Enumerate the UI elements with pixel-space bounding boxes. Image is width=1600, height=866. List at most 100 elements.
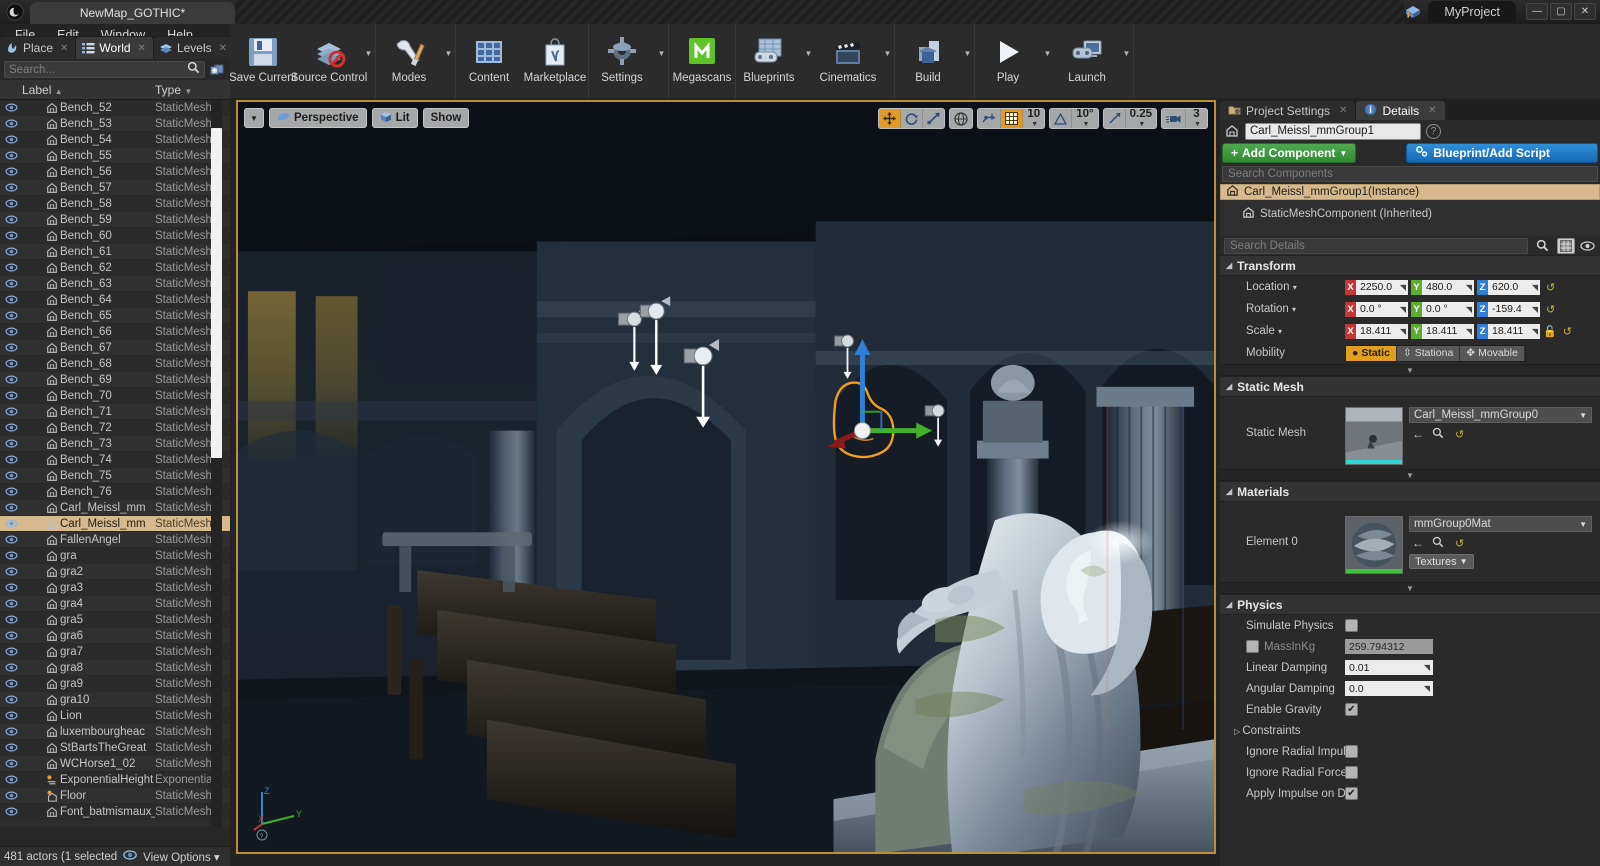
use-selected-arrow-icon[interactable]: ← bbox=[1412, 536, 1424, 550]
table-row[interactable]: ExponentialHeight Exponentia bbox=[0, 772, 230, 788]
visibility-eye-icon[interactable] bbox=[0, 311, 22, 320]
static-mesh-asset-selector[interactable]: Carl_Meissl_mmGroup0 ▼ bbox=[1409, 407, 1592, 423]
toolbar-launch-button[interactable]: Launch bbox=[1054, 28, 1120, 96]
outliner-tab-world[interactable]: World ✕ bbox=[76, 37, 153, 59]
close-icon[interactable]: ✕ bbox=[138, 43, 146, 54]
table-row[interactable]: Bench_57 StaticMesh bbox=[0, 180, 230, 196]
component-row-root[interactable]: Carl_Meissl_mmGroup1(Instance) bbox=[1220, 184, 1600, 200]
visibility-eye-icon[interactable] bbox=[0, 615, 22, 624]
visibility-eye-icon[interactable] bbox=[0, 567, 22, 576]
table-row[interactable]: Bench_54 StaticMesh bbox=[0, 132, 230, 148]
textures-dropdown-button[interactable]: Textures ▼ bbox=[1409, 554, 1474, 569]
visibility-eye-icon[interactable] bbox=[0, 295, 22, 304]
table-row[interactable]: Font_batmismaux_ StaticMesh bbox=[0, 804, 230, 820]
rotation-z-field[interactable]: Z -159.4 ◥ bbox=[1477, 301, 1540, 317]
visibility-eye-icon[interactable] bbox=[0, 439, 22, 448]
visibility-eye-icon[interactable] bbox=[0, 407, 22, 416]
chevron-down-icon[interactable]: ▼ bbox=[881, 28, 894, 96]
scale-snap-value[interactable]: 0.25 ▼ bbox=[1126, 109, 1156, 128]
rotate-gizmo-icon[interactable] bbox=[901, 109, 924, 128]
viewport-options-button[interactable]: ▼ bbox=[244, 108, 264, 128]
visibility-eye-icon[interactable] bbox=[0, 727, 22, 736]
table-row[interactable]: gra3 StaticMesh bbox=[0, 580, 230, 596]
scale-x-field[interactable]: X 18.411 ◥ bbox=[1345, 323, 1408, 339]
toolbar-play-button[interactable]: Play bbox=[975, 28, 1041, 96]
minimize-button[interactable]: — bbox=[1526, 3, 1548, 20]
table-row[interactable]: Bench_65 StaticMesh bbox=[0, 308, 230, 324]
location-x-field[interactable]: X 2250.0 ◥ bbox=[1345, 279, 1408, 295]
spinner-icon[interactable]: ◥ bbox=[1466, 305, 1472, 314]
view-mode-button[interactable]: Lit bbox=[371, 108, 418, 128]
table-row[interactable]: Bench_61 StaticMesh bbox=[0, 244, 230, 260]
reset-location-icon[interactable]: ↺ bbox=[1546, 281, 1555, 294]
reset-static-mesh-icon[interactable]: ↺ bbox=[1455, 428, 1464, 441]
outliner-tab-levels[interactable]: Levels ✕ bbox=[153, 37, 235, 59]
details-tab-details[interactable]: Details ✕ bbox=[1356, 101, 1445, 120]
view-options-button[interactable]: View Options ▾ bbox=[143, 850, 220, 864]
outliner-search-input[interactable]: Search... bbox=[4, 61, 205, 78]
apply-impulse-on-dama-checkbox[interactable]: ✔ bbox=[1345, 787, 1358, 800]
chevron-down-icon[interactable]: ▼ bbox=[1041, 28, 1054, 96]
visibility-eye-icon[interactable] bbox=[0, 663, 22, 672]
visibility-eye-icon[interactable] bbox=[0, 599, 22, 608]
table-row[interactable]: Bench_73 StaticMesh bbox=[0, 436, 230, 452]
section-divider[interactable]: ▼ bbox=[1220, 582, 1600, 594]
table-row[interactable]: gra StaticMesh bbox=[0, 548, 230, 564]
ignore-radial-impulse-checkbox[interactable]: ✔ bbox=[1345, 745, 1358, 758]
visibility-eye-icon[interactable] bbox=[0, 327, 22, 336]
visibility-eye-icon[interactable] bbox=[0, 343, 22, 352]
section-materials[interactable]: ◢ Materials bbox=[1220, 481, 1600, 502]
visibility-eye-icon[interactable] bbox=[0, 551, 22, 560]
toolbar-cinematics-button[interactable]: Cinematics bbox=[815, 28, 881, 96]
rotation-x-field[interactable]: X 0.0 ° ◥ bbox=[1345, 301, 1408, 317]
table-row[interactable]: Bench_70 StaticMesh bbox=[0, 388, 230, 404]
table-row[interactable]: Bench_62 StaticMesh bbox=[0, 260, 230, 276]
close-icon[interactable]: ✕ bbox=[60, 43, 68, 54]
close-icon[interactable]: ✕ bbox=[1428, 105, 1436, 116]
table-row[interactable]: Bench_74 StaticMesh bbox=[0, 452, 230, 468]
section-divider[interactable]: ▼ bbox=[1220, 469, 1600, 481]
visibility-eye-icon[interactable] bbox=[0, 647, 22, 656]
chevron-down-icon[interactable]: ▼ bbox=[362, 28, 375, 96]
browse-asset-icon[interactable] bbox=[1432, 536, 1444, 551]
toolbar-build-button[interactable]: Build bbox=[895, 28, 961, 96]
visibility-eye-icon[interactable] bbox=[0, 151, 22, 160]
visibility-eye-icon[interactable] bbox=[0, 631, 22, 640]
spinner-icon[interactable]: ◥ bbox=[1466, 283, 1472, 292]
scale-z-field[interactable]: Z 18.411 ◥ bbox=[1477, 323, 1540, 339]
visibility-eye-icon[interactable] bbox=[0, 119, 22, 128]
visibility-eye-icon[interactable] bbox=[0, 711, 22, 720]
table-row[interactable]: luxembourgheac StaticMesh bbox=[0, 724, 230, 740]
table-row[interactable]: Bench_59 StaticMesh bbox=[0, 212, 230, 228]
toolbar-save-current-button[interactable]: Save Current bbox=[229, 28, 297, 96]
visibility-eye-icon[interactable] bbox=[0, 519, 22, 528]
rotation-y-field[interactable]: Y 0.0 ° ◥ bbox=[1411, 301, 1474, 317]
visibility-eye-icon[interactable] bbox=[0, 743, 22, 752]
grid-snap-icon[interactable] bbox=[1001, 109, 1024, 128]
visibility-eye-icon[interactable] bbox=[0, 455, 22, 464]
table-row[interactable]: StBartsTheGreat StaticMesh bbox=[0, 740, 230, 756]
toolbar-content-button[interactable]: Content bbox=[456, 28, 522, 96]
close-icon[interactable]: ✕ bbox=[1339, 105, 1347, 116]
scale-lock-icon[interactable]: 🔓 bbox=[1543, 325, 1557, 338]
table-row[interactable]: Bench_72 StaticMesh bbox=[0, 420, 230, 436]
table-row[interactable]: gra10 StaticMesh bbox=[0, 692, 230, 708]
outliner-tab-place[interactable]: Place ✕ bbox=[0, 37, 76, 59]
visibility-eye-icon[interactable] bbox=[0, 375, 22, 384]
toolbar-marketplace-button[interactable]: Marketplace bbox=[522, 28, 588, 96]
visibility-eye-icon[interactable] bbox=[0, 231, 22, 240]
visibility-eye-icon[interactable] bbox=[0, 167, 22, 176]
enable-gravity-checkbox[interactable]: ✔ bbox=[1345, 703, 1358, 716]
table-row[interactable]: Carl_Meissl_mm StaticMesh bbox=[0, 516, 230, 532]
outliner-scrollbar-thumb[interactable] bbox=[211, 128, 222, 458]
section-static-mesh[interactable]: ◢ Static Mesh bbox=[1220, 376, 1600, 397]
table-row[interactable]: Bench_75 StaticMesh bbox=[0, 468, 230, 484]
details-search-input[interactable]: Search Details bbox=[1224, 237, 1528, 254]
spinner-icon[interactable]: ◥ bbox=[1424, 663, 1430, 672]
visibility-eye-icon[interactable] bbox=[0, 535, 22, 544]
world-coordinate-icon[interactable] bbox=[950, 109, 972, 128]
actor-name-input[interactable]: Carl_Meissl_mmGroup1 bbox=[1245, 122, 1421, 140]
add-component-button[interactable]: + Add Component ▼ bbox=[1222, 143, 1357, 163]
table-row[interactable]: gra9 StaticMesh bbox=[0, 676, 230, 692]
table-row[interactable]: Bench_55 StaticMesh bbox=[0, 148, 230, 164]
